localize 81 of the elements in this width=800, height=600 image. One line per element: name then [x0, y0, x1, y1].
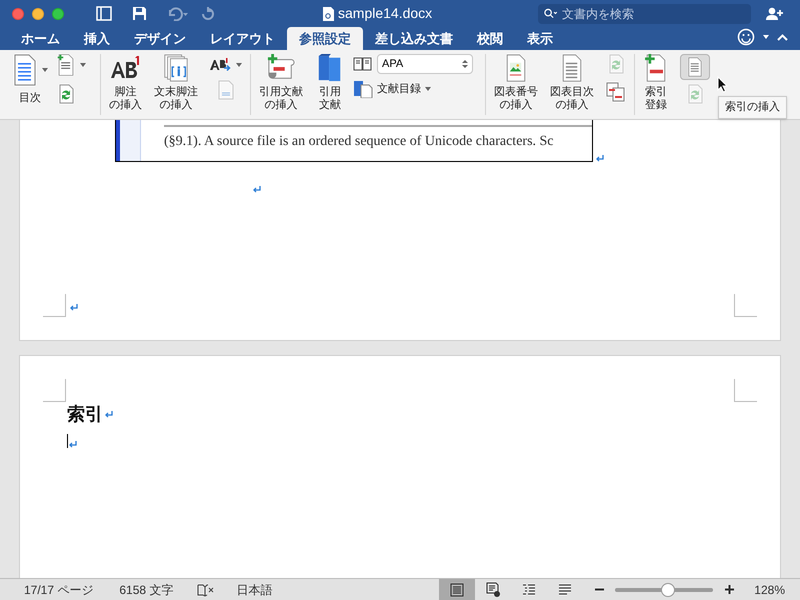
ribbon-tab[interactable]: 表示 [515, 27, 565, 50]
word-count[interactable]: 6158 文字 [119, 580, 174, 598]
caret-icon [425, 87, 431, 91]
paragraph-mark-icon [105, 411, 113, 418]
index-icon [687, 57, 703, 77]
caret-icon [42, 68, 48, 72]
paragraph-mark-icon [253, 186, 261, 193]
web-layout-icon [485, 582, 502, 598]
index-heading: 索引 [67, 403, 103, 426]
outline-icon [521, 582, 538, 598]
caret-icon [80, 63, 86, 67]
excerpt-text: (§9.1). A source file is an ordered sequence of Unicode characters. Sc [164, 133, 555, 151]
insert-index-button[interactable] [680, 54, 710, 80]
search-bar[interactable]: 文書内を検索 [538, 4, 752, 24]
sources-button-label: 引用 文献 [319, 86, 341, 112]
add-text-icon [56, 54, 76, 76]
ribbon-tab[interactable]: 差し込み文書 [363, 27, 465, 50]
save-icon[interactable] [132, 6, 147, 21]
bibliography-button[interactable]: 文献目録 [353, 80, 481, 98]
ribbon-tab[interactable]: 校閲 [465, 27, 515, 50]
ribbon-tab[interactable]: デザイン [122, 27, 198, 50]
insert-footnote-button-label: 脚注 の挿入 [109, 86, 142, 112]
sidebar-icon[interactable] [96, 6, 112, 21]
ribbon-tab[interactable]: 挿入 [72, 27, 122, 50]
page-count[interactable]: 17/17 ページ [24, 580, 94, 598]
caret-icon [236, 63, 242, 67]
ribbon-tab[interactable]: レイアウト [198, 27, 287, 50]
smiley-icon[interactable] [737, 28, 755, 46]
ribbon-tab[interactable]: 参照設定 [287, 27, 363, 50]
zoom-percentage: 128% [754, 582, 785, 598]
document-icon [323, 6, 334, 20]
add-person-icon[interactable] [766, 7, 784, 20]
insert-table-of-figures-button-label: 図表目次 の挿入 [550, 86, 594, 112]
mouse-pointer-icon [717, 76, 728, 93]
insert-table-of-figures-button[interactable]: 図表目次 の挿入 [546, 50, 598, 112]
next-footnote-button[interactable] [210, 58, 242, 72]
tooltip: 索引の挿入 [718, 96, 787, 118]
margin-corner-mark [734, 379, 757, 402]
zoom-in-icon[interactable] [725, 585, 734, 594]
maximize-button[interactable] [52, 8, 64, 20]
language[interactable]: 日本語 [236, 580, 272, 598]
insert-endnote-button[interactable]: 文末脚注 の挿入 [150, 50, 202, 112]
minimize-button[interactable] [32, 8, 44, 20]
manage-sources-icon[interactable] [353, 56, 373, 72]
style-dropdown[interactable]: APA [377, 54, 473, 74]
insert-citation-button[interactable]: 引用文献 の挿入 [255, 50, 307, 112]
table-of-contents-label: 目次 [19, 91, 41, 106]
redo-icon[interactable] [201, 6, 215, 20]
table-of-contents-button[interactable]: 目次 [8, 50, 52, 106]
bibliography-icon [353, 80, 373, 98]
mark-entry-button-label: 索引 登録 [645, 86, 667, 112]
margin-corner-mark [43, 294, 66, 317]
cross-reference-icon[interactable] [606, 82, 626, 102]
collapse-ribbon-icon[interactable] [777, 34, 788, 40]
draft-icon [557, 582, 574, 598]
print-layout-button[interactable] [439, 579, 476, 600]
margin-corner-mark [734, 294, 757, 317]
stepper-icon [462, 59, 468, 69]
sources-button[interactable]: 引用 文献 [311, 50, 349, 112]
insert-footnote-button[interactable]: 脚注 の挿入 [105, 50, 146, 112]
window-title: sample14.docx [338, 4, 432, 23]
paragraph-mark-icon [69, 441, 77, 448]
caret-icon [763, 35, 769, 39]
paragraph-mark-icon [70, 304, 78, 311]
mark-entry-button[interactable]: 索引 登録 [639, 50, 673, 112]
proofing-icon[interactable] [197, 582, 216, 596]
ribbon-tab[interactable]: ホーム [9, 27, 72, 50]
print-layout-icon [449, 582, 466, 598]
paragraph-mark-icon [596, 155, 604, 162]
insert-endnote-button-label: 文末脚注 の挿入 [154, 86, 198, 112]
insert-caption-button[interactable]: 図表番号 の挿入 [490, 50, 542, 112]
search-icon [544, 8, 558, 19]
zoom-thumb[interactable] [660, 582, 675, 596]
undo-icon[interactable] [167, 6, 189, 20]
search-field[interactable]: 文書内を検索 [562, 4, 746, 22]
next-footnote-icon [210, 58, 232, 72]
table-of-contents-icon [12, 54, 38, 86]
text-cursor [67, 434, 68, 448]
insert-caption-button-label: 図表番号 の挿入 [494, 86, 538, 112]
margin-corner-mark [43, 379, 66, 402]
insert-citation-button-label: 引用文献 の挿入 [259, 86, 303, 112]
